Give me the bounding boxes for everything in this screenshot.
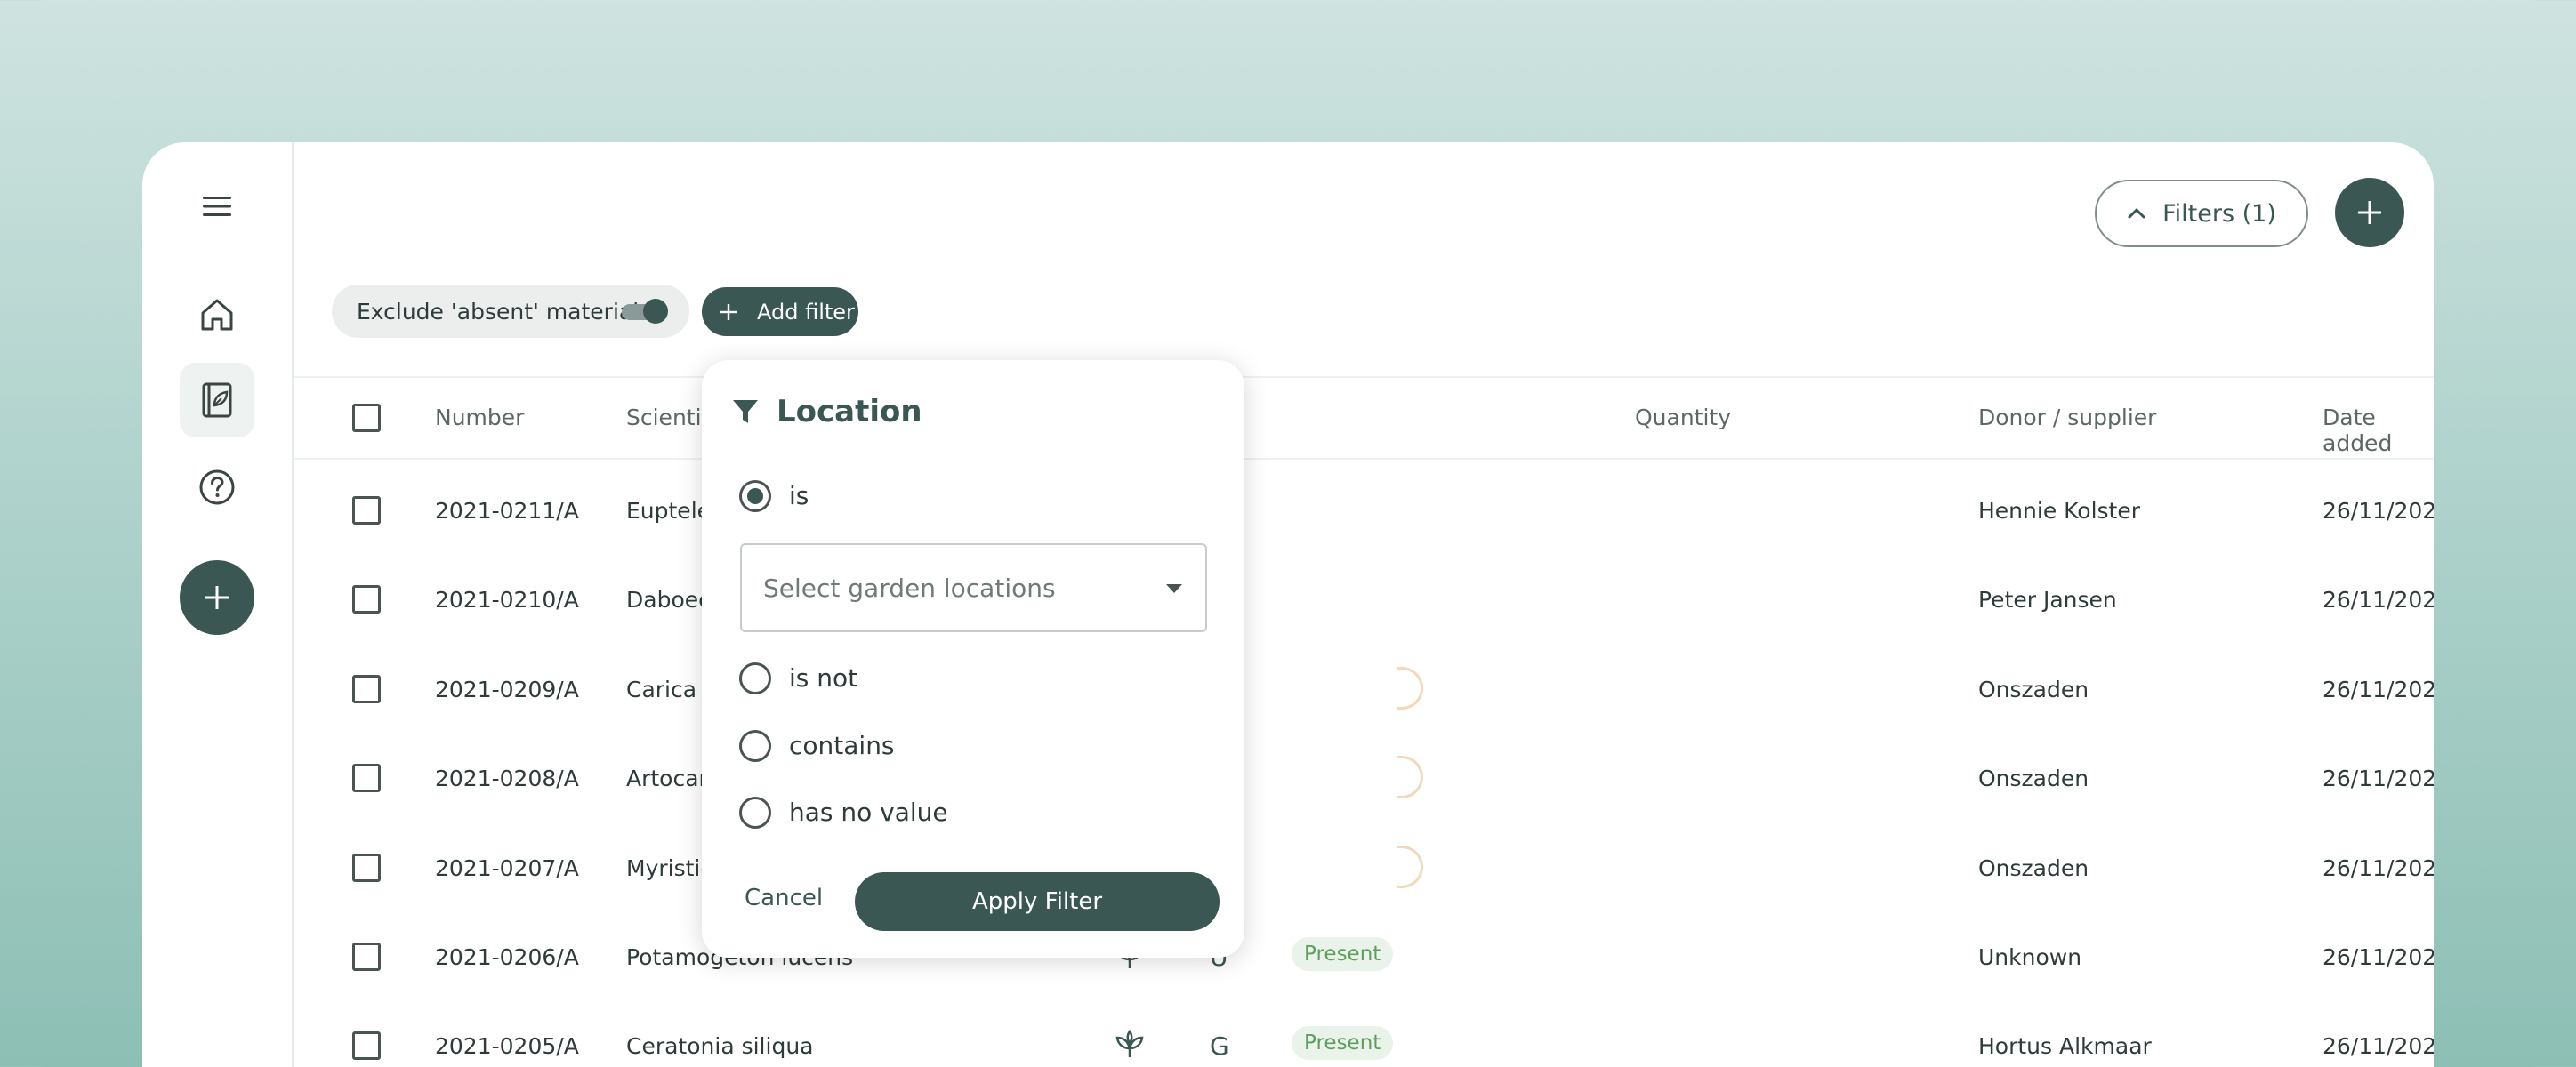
status-badge: Present (1292, 937, 1394, 971)
garden-locations-select[interactable]: Select garden locations (740, 543, 1207, 632)
help-circle-icon (199, 469, 235, 505)
date-added: 26/11/2021 (2322, 587, 2434, 613)
select-all-checkbox[interactable] (352, 404, 381, 432)
sidebar-item-collection[interactable] (180, 363, 254, 437)
cancel-button[interactable]: Cancel (745, 885, 823, 911)
exclude-absent-chip[interactable]: Exclude 'absent' material (332, 285, 689, 338)
table-row[interactable]: 2021-0206/A Potamogeton lucens U Present… (294, 913, 2434, 1002)
row-checkbox[interactable] (352, 943, 381, 971)
accession-number: 2021-0205/A (435, 1033, 579, 1059)
column-scientific-name[interactable]: Scientif (626, 405, 709, 430)
menu-button[interactable] (180, 169, 254, 244)
popup-header: Location (730, 394, 922, 429)
radio-is[interactable] (739, 480, 771, 512)
scientific-name: Ceratonia siliqua (626, 1033, 814, 1059)
row-checkbox[interactable] (352, 764, 381, 792)
exclude-absent-label: Exclude 'absent' material (357, 298, 640, 325)
row-checkbox[interactable] (352, 585, 381, 614)
status-badge: Present (1292, 1026, 1394, 1060)
book-leaf-icon (202, 382, 232, 418)
sidebar-add-button[interactable] (180, 560, 254, 635)
exclude-absent-toggle[interactable] (622, 299, 668, 324)
plus-icon (2358, 201, 2381, 224)
status-badge-edge (1397, 846, 1423, 888)
accession-number: 2021-0207/A (435, 855, 579, 881)
scientific-name: Euptele (626, 498, 712, 524)
column-number[interactable]: Number (435, 405, 524, 430)
accession-number: 2021-0206/A (435, 944, 579, 970)
table-row[interactable]: 2021-0205/A Ceratonia siliqua G Present … (294, 1002, 2434, 1067)
popup-title: Location (777, 394, 922, 429)
add-filter-label: Add filter (757, 299, 855, 325)
radio-is-not-label[interactable]: is not (789, 663, 857, 693)
row-checkbox[interactable] (352, 675, 381, 703)
sidebar (142, 142, 294, 1067)
dropdown-caret-icon (1166, 584, 1182, 593)
date-added: 26/11/2021 (2322, 944, 2434, 970)
donor-name: Peter Jansen (1978, 587, 2117, 613)
radio-has-no-value-label[interactable]: has no value (789, 798, 948, 827)
status-badge-edge (1397, 756, 1423, 798)
select-placeholder: Select garden locations (763, 573, 1056, 603)
sidebar-item-help[interactable] (180, 450, 254, 525)
donor-name: Hennie Kolster (1978, 498, 2141, 524)
status-badge-edge (1397, 667, 1423, 710)
scientific-name: Myristic (626, 855, 713, 881)
toggle-knob (643, 299, 668, 324)
add-filter-button[interactable]: Add filter (702, 287, 858, 336)
column-date-added[interactable]: Date added (2322, 405, 2434, 456)
row-checkbox[interactable] (352, 496, 381, 525)
apply-filter-button[interactable]: Apply Filter (855, 872, 1220, 931)
location-filter-popup: Location is Select garden locations is n… (702, 360, 1244, 958)
sidebar-item-home[interactable] (180, 277, 254, 352)
home-icon (201, 299, 233, 331)
table-row[interactable]: 2021-0207/A Myristic Onszaden 26/11/2021 (294, 824, 2434, 913)
table-row[interactable]: 2021-0210/A Daboec Peter Jansen 26/11/20… (294, 556, 2434, 645)
plus-icon (205, 586, 229, 609)
date-added: 26/11/2021 (2322, 498, 2434, 524)
date-added: 26/11/2021 (2322, 677, 2434, 702)
chevron-up-icon (2128, 208, 2145, 219)
radio-has-no-value[interactable] (739, 797, 771, 829)
table-row[interactable]: 2021-0209/A Carica p Onszaden 26/11/2021 (294, 646, 2434, 734)
accession-number: 2021-0209/A (435, 677, 579, 702)
row-checkbox[interactable] (352, 854, 381, 882)
add-accession-button[interactable] (2335, 178, 2404, 247)
plant-icon (1115, 1029, 1144, 1057)
scientific-name: Artocar (626, 766, 708, 791)
column-quantity[interactable]: Quantity (1635, 405, 1731, 430)
radio-contains[interactable] (739, 730, 771, 762)
accession-number: 2021-0211/A (435, 498, 579, 524)
filters-label: Filters (1) (2162, 199, 2276, 228)
date-added: 26/11/2021 (2322, 1033, 2434, 1059)
column-donor[interactable]: Donor / supplier (1978, 405, 2156, 430)
app-window: Filters (1) Exclude 'absent' material Ad… (142, 142, 2434, 1067)
radio-is-label[interactable]: is (789, 481, 809, 510)
filter-icon (733, 400, 758, 423)
accession-number: 2021-0210/A (435, 587, 579, 613)
table-header: Number Scientif Quantity Donor / supplie… (294, 376, 2434, 460)
scientific-name: Daboec (626, 587, 711, 613)
donor-name: Onszaden (1978, 855, 2089, 881)
row-checkbox[interactable] (352, 1031, 381, 1060)
plus-icon (720, 303, 737, 320)
provenance-letter: G (1210, 1031, 1229, 1061)
donor-name: Onszaden (1978, 677, 2089, 702)
table-row[interactable]: 2021-0211/A Euptele Hennie Kolster 26/11… (294, 467, 2434, 556)
filters-toggle-button[interactable]: Filters (1) (2095, 180, 2308, 247)
donor-name: Unknown (1978, 944, 2082, 970)
donor-name: Hortus Alkmaar (1978, 1033, 2152, 1059)
date-added: 26/11/2021 (2322, 855, 2434, 881)
apply-filter-label: Apply Filter (971, 888, 1103, 915)
menu-icon (203, 197, 231, 216)
accession-number: 2021-0208/A (435, 766, 579, 791)
donor-name: Onszaden (1978, 766, 2089, 791)
radio-is-not[interactable] (739, 662, 771, 694)
table-row[interactable]: 2021-0208/A Artocar Onszaden 26/11/2021 (294, 734, 2434, 823)
radio-contains-label[interactable]: contains (789, 731, 895, 760)
date-added: 26/11/2021 (2322, 766, 2434, 791)
